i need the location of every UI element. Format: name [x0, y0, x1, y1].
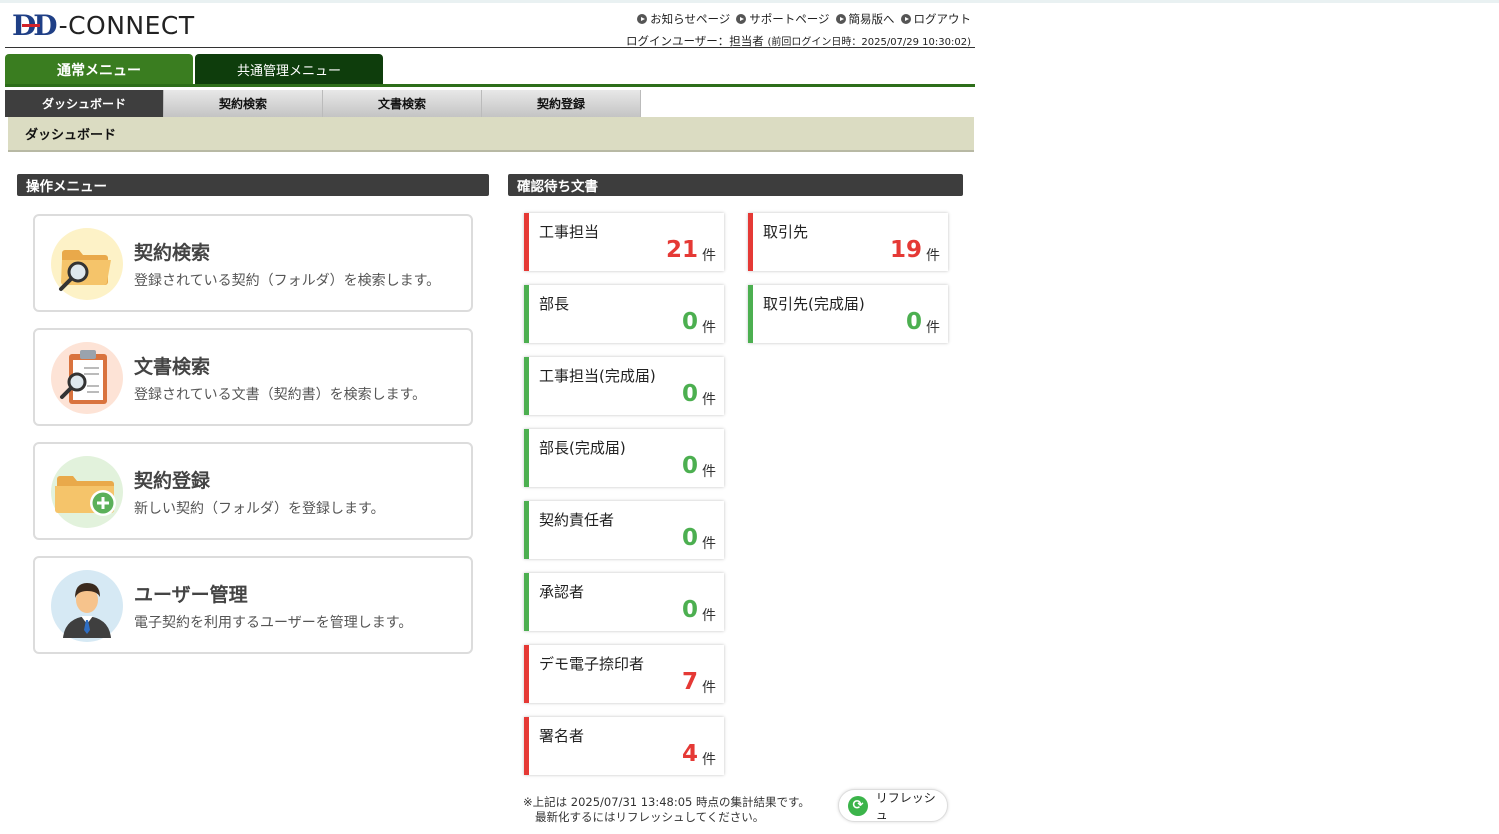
menu-description: 電子契約を利用するユーザーを管理します。: [134, 615, 413, 631]
pending-card[interactable]: 工事担当 21 件: [524, 213, 724, 271]
pending-unit: 件: [926, 248, 940, 264]
pending-count: 0: [681, 453, 698, 479]
subtab-contract-register[interactable]: 契約登録: [482, 90, 641, 117]
pending-card[interactable]: 承認者 0 件: [524, 573, 724, 631]
header-links: お知らせページ サポートページ 簡易版へ ログアウト: [637, 11, 971, 27]
link-support[interactable]: サポートページ: [736, 11, 830, 27]
arrow-circle-icon: [900, 14, 911, 24]
pending-card[interactable]: デモ電子捺印者 7 件: [524, 645, 724, 703]
link-notices[interactable]: お知らせページ: [637, 11, 730, 27]
dd-connect-logo[interactable]: DD -CONNECT: [12, 8, 195, 42]
pending-label: 署名者: [539, 727, 585, 745]
tab-standard-menu[interactable]: 通常メニュー: [5, 54, 193, 85]
pending-unit: 件: [702, 752, 716, 768]
pending-unit: 件: [702, 536, 716, 552]
menu-description: 新しい契約（フォルダ）を登録します。: [134, 501, 385, 517]
pending-card[interactable]: 取引先(完成届) 0 件: [748, 285, 948, 343]
pending-label: 取引先(完成届): [763, 295, 865, 313]
pending-card[interactable]: 部長(完成届) 0 件: [524, 429, 724, 487]
header-divider: [5, 47, 975, 48]
logo-mark: DD: [12, 8, 58, 42]
pending-card[interactable]: 部長 0 件: [524, 285, 724, 343]
sub-navigation: ダッシュボード 契約検索 文書検索 契約登録: [5, 90, 641, 117]
pending-label: 契約責任者: [539, 511, 615, 529]
subtab-contract-search[interactable]: 契約検索: [164, 90, 323, 117]
pending-card[interactable]: 契約責任者 0 件: [524, 501, 724, 559]
tab-divider: [5, 84, 975, 87]
aggregation-note: ※上記は 2025/07/31 13:48:05 時点の集計結果です。 最新化す…: [523, 795, 810, 824]
pending-label: 部長(完成届): [539, 439, 626, 457]
user-icon: [51, 570, 123, 642]
menu-title: 契約検索: [134, 242, 211, 264]
pending-count: 4: [681, 741, 698, 767]
pending-card[interactable]: 工事担当(完成届) 0 件: [524, 357, 724, 415]
pending-unit: 件: [702, 320, 716, 336]
arrow-circle-icon: [637, 14, 648, 24]
menu-contract-register[interactable]: 契約登録 新しい契約（フォルダ）を登録します。: [33, 442, 473, 540]
menu-title: 文書検索: [134, 356, 211, 378]
top-border: [0, 0, 1499, 3]
pending-count: 21: [665, 237, 698, 263]
pending-count: 0: [681, 381, 698, 407]
arrow-circle-icon: [736, 14, 747, 24]
pending-count: 0: [681, 525, 698, 551]
refresh-icon: ⟳: [848, 795, 868, 816]
operation-menu-header: 操作メニュー: [17, 174, 489, 196]
breadcrumb: ダッシュボード: [8, 117, 974, 152]
pending-unit: 件: [702, 392, 716, 408]
menu-description: 登録されている契約（フォルダ）を検索します。: [134, 273, 441, 289]
pending-count: 0: [681, 597, 698, 623]
menu-document-search[interactable]: 文書検索 登録されている文書（契約書）を検索します。: [33, 328, 473, 426]
pending-label: 部長: [539, 295, 570, 313]
pending-label: 工事担当(完成届): [539, 367, 656, 385]
folder-add-icon: [51, 456, 123, 528]
pending-count: 0: [681, 309, 698, 335]
pending-unit: 件: [702, 608, 716, 624]
pending-unit: 件: [702, 680, 716, 696]
pending-documents-header: 確認待ち文書: [508, 174, 963, 196]
tab-common-admin-menu[interactable]: 共通管理メニュー: [195, 54, 383, 85]
pending-count: 19: [889, 237, 922, 263]
link-logout[interactable]: ログアウト: [900, 11, 971, 27]
menu-description: 登録されている文書（契約書）を検索します。: [134, 387, 427, 403]
menu-contract-search[interactable]: 契約検索 登録されている契約（フォルダ）を検索します。: [33, 214, 473, 312]
pending-count: 0: [905, 309, 922, 335]
subtab-document-search[interactable]: 文書検索: [323, 90, 482, 117]
pending-label: 取引先: [763, 223, 809, 241]
pending-unit: 件: [702, 464, 716, 480]
logo-text: -CONNECT: [58, 10, 195, 40]
pending-label: デモ電子捺印者: [539, 655, 645, 673]
clipboard-search-icon: [51, 342, 123, 414]
menu-title: ユーザー管理: [134, 584, 248, 606]
folder-search-icon: [51, 228, 123, 300]
menu-title: 契約登録: [134, 470, 211, 492]
refresh-button[interactable]: ⟳ リフレッシュ: [838, 789, 948, 822]
pending-card[interactable]: 取引先 19 件: [748, 213, 948, 271]
subtab-dashboard[interactable]: ダッシュボード: [5, 90, 164, 117]
pending-label: 工事担当: [539, 223, 600, 241]
pending-label: 承認者: [539, 583, 585, 601]
pending-unit: 件: [702, 248, 716, 264]
arrow-circle-icon: [835, 14, 846, 24]
pending-card[interactable]: 署名者 4 件: [524, 717, 724, 775]
pending-unit: 件: [926, 320, 940, 336]
pending-count: 7: [681, 669, 698, 695]
menu-user-management[interactable]: ユーザー管理 電子契約を利用するユーザーを管理します。: [33, 556, 473, 654]
link-simple-version[interactable]: 簡易版へ: [835, 11, 895, 27]
